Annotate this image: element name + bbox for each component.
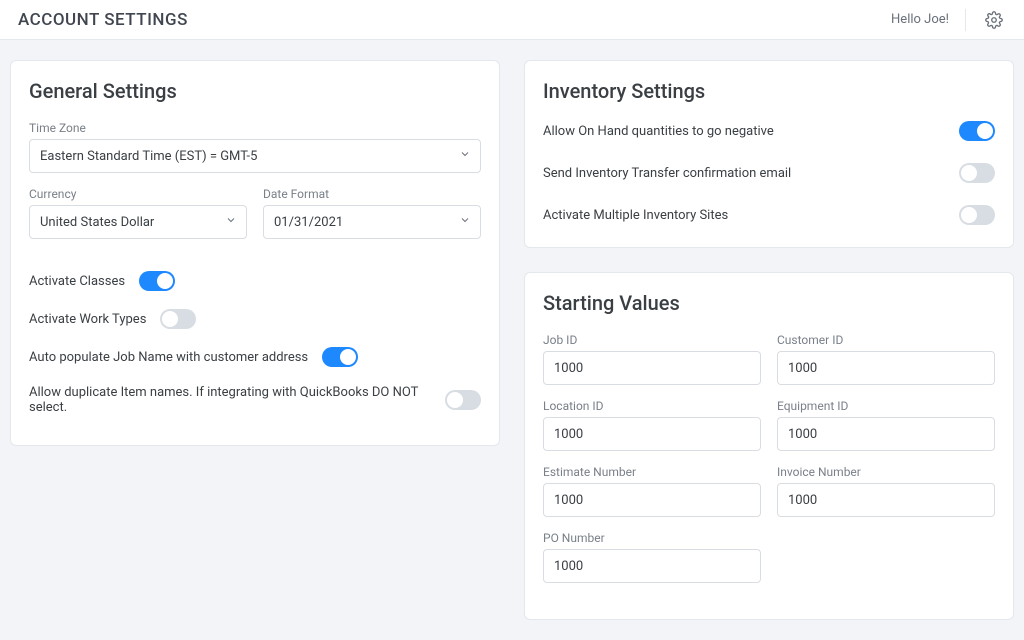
customer-id-input[interactable] [777,351,995,385]
general-settings-card: General Settings Time Zone Eastern Stand… [10,60,500,446]
currency-select[interactable]: United States Dollar [29,205,247,239]
timezone-select[interactable]: Eastern Standard Time (EST) = GMT-5 [29,139,481,173]
invoice-number-label: Invoice Number [777,465,995,479]
activate-work-types-toggle[interactable] [160,309,196,329]
job-id-label: Job ID [543,333,761,347]
send-transfer-email-label: Send Inventory Transfer confirmation ema… [543,166,791,181]
allow-negative-toggle[interactable] [959,121,995,141]
estimate-number-label: Estimate Number [543,465,761,479]
job-id-input[interactable] [543,351,761,385]
inventory-settings-title: Inventory Settings [543,79,995,103]
equipment-id-input[interactable] [777,417,995,451]
gear-icon [985,11,1003,29]
equipment-id-label: Equipment ID [777,399,995,413]
topbar-divider [965,9,966,31]
po-number-input[interactable] [543,549,761,583]
inventory-settings-card: Inventory Settings Allow On Hand quantit… [524,60,1014,248]
greeting-text: Hello Joe! [891,12,949,27]
general-settings-title: General Settings [29,79,481,103]
activate-work-types-label: Activate Work Types [29,312,146,327]
auto-populate-job-name-label: Auto populate Job Name with customer add… [29,350,308,365]
dateformat-label: Date Format [263,187,481,201]
allow-negative-label: Allow On Hand quantities to go negative [543,124,774,139]
estimate-number-input[interactable] [543,483,761,517]
invoice-number-input[interactable] [777,483,995,517]
auto-populate-job-name-toggle[interactable] [322,347,358,367]
activate-classes-toggle[interactable] [139,271,175,291]
settings-button[interactable] [982,8,1006,32]
activate-classes-label: Activate Classes [29,274,125,289]
starting-values-title: Starting Values [543,291,995,315]
starting-values-card: Starting Values Job ID Customer ID Locat… [524,272,1014,620]
location-id-input[interactable] [543,417,761,451]
dateformat-select[interactable]: 01/31/2021 [263,205,481,239]
multiple-sites-label: Activate Multiple Inventory Sites [543,208,728,223]
customer-id-label: Customer ID [777,333,995,347]
allow-dup-item-names-label: Allow duplicate Item names. If integrati… [29,385,431,415]
allow-dup-item-names-toggle[interactable] [445,390,481,410]
multiple-sites-toggle[interactable] [959,205,995,225]
timezone-label: Time Zone [29,121,481,135]
location-id-label: Location ID [543,399,761,413]
page-title: ACCOUNT SETTINGS [18,10,188,30]
send-transfer-email-toggle[interactable] [959,163,995,183]
po-number-label: PO Number [543,531,761,545]
currency-label: Currency [29,187,247,201]
